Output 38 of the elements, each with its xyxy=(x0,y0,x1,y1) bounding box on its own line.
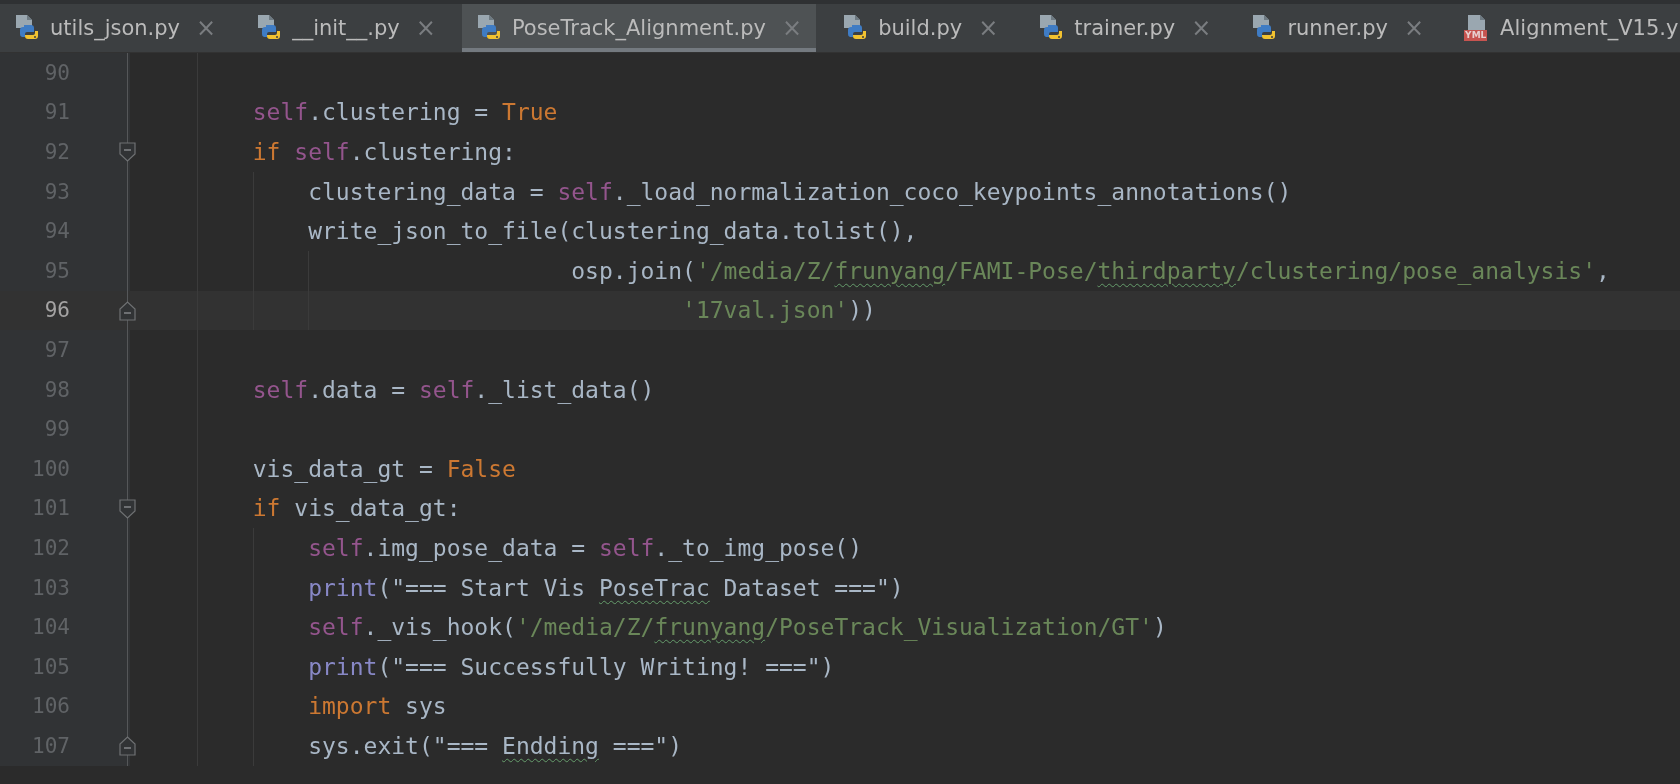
fold-icon[interactable] xyxy=(119,736,136,757)
editor-tab[interactable]: runner.py × xyxy=(1237,4,1439,52)
code-line: self.clustering = True xyxy=(251,99,558,126)
python-file-icon xyxy=(1251,14,1278,42)
editor-tab[interactable]: YML Alignment_V15.y xyxy=(1450,4,1680,52)
code-line: clustering_data = self._load_normalization_coco_keypoints_annotations() xyxy=(307,178,1292,205)
code-line: '17val.json')) xyxy=(681,297,876,324)
close-button[interactable]: × xyxy=(1404,16,1425,40)
editor-tab[interactable]: build.py × xyxy=(828,4,1013,52)
python-file-icon xyxy=(256,14,283,42)
fold-icon[interactable] xyxy=(119,300,136,321)
python-file-icon xyxy=(14,14,40,42)
code-line: import sys xyxy=(307,693,447,720)
code-line: sys.exit("=== Endding ===") xyxy=(307,732,683,759)
code-line: self._vis_hook('/media/Z/frunyang/PoseTrack_Visualization/GT') xyxy=(307,614,1167,641)
close-button[interactable]: × xyxy=(196,16,217,40)
python-file-icon xyxy=(1038,14,1065,42)
code-line: vis_data_gt = False xyxy=(251,455,516,482)
fold-icon[interactable] xyxy=(119,498,136,519)
code-line: if vis_data_gt: xyxy=(251,495,461,522)
code-line: if self.clustering: xyxy=(251,139,516,165)
code-line: self.data = self._list_data() xyxy=(251,376,655,403)
editor-tab[interactable]: trainer.py × xyxy=(1024,4,1226,52)
python-file-icon xyxy=(842,14,869,42)
close-button[interactable]: × xyxy=(1191,16,1212,40)
code-line: print("=== Start Vis PoseTrac Dataset ===") xyxy=(307,574,904,601)
code-line: write_json_to_file(clustering_data.tolist(), xyxy=(307,218,918,245)
line-number: 96 xyxy=(43,298,70,323)
editor-tab[interactable]: utils_json.py × xyxy=(0,4,231,52)
code-line: osp.join('/media/Z/frunyang/FAMI-Pose/thirdparty/clustering/pose_analysis', xyxy=(570,257,1610,284)
close-button[interactable]: × xyxy=(978,16,999,40)
python-file-icon xyxy=(475,14,502,42)
editor-tab[interactable]: __init__.py × xyxy=(242,4,450,52)
code-line: print("=== Successfully Writing! ===") xyxy=(307,653,835,680)
close-button[interactable]: × xyxy=(415,16,436,40)
code-line: self.img_pose_data = self._to_img_pose() xyxy=(307,534,863,561)
fold-icon[interactable] xyxy=(119,142,136,163)
editor-tab[interactable]: PoseTrack_Alignment.py × xyxy=(461,4,817,52)
